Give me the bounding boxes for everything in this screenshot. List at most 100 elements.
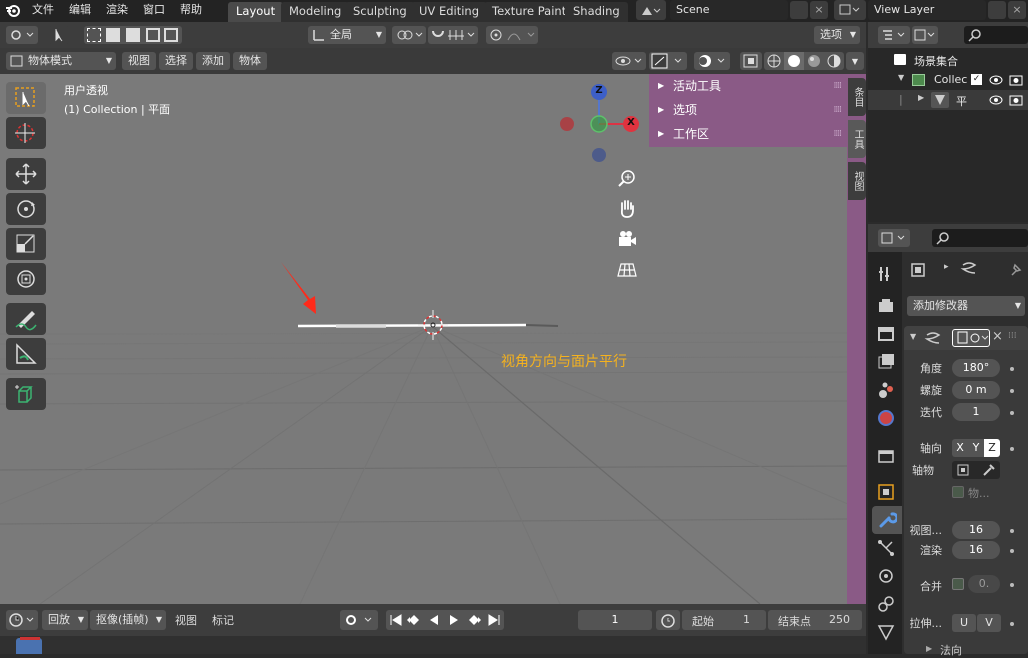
transform-tool[interactable] (6, 263, 46, 295)
remove-view-layer-icon[interactable]: × (1008, 1, 1026, 19)
timeline-editor-type-button[interactable] (6, 610, 38, 630)
angle-field[interactable]: 180° (952, 359, 1000, 377)
eyedropper-icon[interactable] (982, 463, 996, 477)
outliner-row-collection[interactable]: ▼ Collec ✓ (868, 70, 1028, 90)
jump-end-icon[interactable] (486, 612, 502, 628)
current-frame-field[interactable]: 1 (578, 610, 652, 630)
move-tool[interactable] (6, 158, 46, 190)
annotate-tool[interactable] (6, 303, 46, 335)
screw-field[interactable]: 0 m (952, 381, 1000, 399)
menu-window[interactable]: 窗口 (143, 0, 165, 20)
menu-add[interactable]: 添加 (196, 52, 230, 70)
viewport-steps-field[interactable]: 16 (952, 521, 1000, 539)
keyframe-dot-icon[interactable] (1010, 622, 1014, 626)
iterations-field[interactable]: 1 (952, 403, 1000, 421)
hand-pan-icon[interactable] (616, 198, 638, 220)
properties-search-input[interactable] (932, 229, 1028, 247)
menu-object[interactable]: 物体 (233, 52, 267, 70)
preview-range-toggle[interactable] (656, 610, 680, 630)
remove-modifier-icon[interactable]: × (992, 329, 1003, 344)
axis-x-button[interactable]: X (952, 439, 968, 457)
xray-toggle[interactable] (740, 52, 762, 70)
axis-object-field[interactable] (952, 461, 1000, 479)
rotate-tool[interactable] (6, 193, 46, 225)
panel-workspace[interactable]: ▶ 工作区 ⁞⁞⁞⁞ (651, 122, 847, 146)
render-steps-field[interactable]: 16 (952, 541, 1000, 559)
tab-item[interactable]: 条目 (848, 78, 866, 116)
scale-tool[interactable] (6, 228, 46, 260)
gizmo-toggle[interactable] (649, 52, 687, 70)
shading-options-dropdown[interactable]: ▼ (846, 52, 864, 70)
tab-tool[interactable]: 工具 (848, 120, 866, 158)
select-invert-icon[interactable] (146, 28, 160, 42)
menu-help[interactable]: 帮助 (180, 0, 202, 20)
view-layer-tab-icon[interactable] (876, 352, 896, 372)
keyframe-dot-icon[interactable] (1010, 367, 1014, 371)
frame-start-field[interactable]: 起始 1 (682, 610, 766, 630)
playhead[interactable] (16, 638, 42, 654)
stretch-v-button[interactable]: V (977, 614, 1001, 632)
menu-render[interactable]: 渲染 (106, 0, 128, 20)
triangle-down-icon[interactable]: ▼ (910, 332, 916, 341)
display-mode-dropdown[interactable] (912, 26, 938, 44)
triangle-right-icon[interactable]: ▶ (918, 93, 924, 102)
menu-view[interactable]: 视图 (122, 52, 156, 70)
blender-logo-icon[interactable] (4, 2, 22, 18)
render-icon[interactable] (876, 296, 896, 316)
object-tab-icon[interactable] (876, 482, 896, 502)
outliner-row-plane[interactable]: | ▶ 平 (868, 90, 1028, 110)
wireframe-shading-icon[interactable] (766, 53, 782, 69)
tab-modeling[interactable]: Modeling (281, 2, 350, 22)
tab-view[interactable]: 视图 (848, 162, 866, 200)
copy-view-layer-icon[interactable] (988, 1, 1006, 19)
drag-handle-icon[interactable]: ⁞⁞⁞⁞ (834, 122, 843, 146)
tab-uv-editing[interactable]: UV Editing (411, 2, 487, 22)
properties-editor-type-button[interactable] (878, 229, 910, 247)
scene-tab-icon[interactable] (876, 380, 896, 400)
panel-options[interactable]: ▶ 选项 ⁞⁞⁞⁞ (651, 98, 847, 122)
playback-dropdown[interactable]: 回放 ▼ (42, 610, 88, 630)
keyframe-dot-icon[interactable] (1010, 411, 1014, 415)
copy-scene-icon[interactable] (790, 1, 808, 19)
timeline-menu-marker[interactable]: 标记 (212, 612, 234, 628)
add-cube-tool[interactable] (6, 378, 46, 410)
axis-z-button[interactable]: Z (984, 439, 1000, 457)
editor-type-button[interactable] (6, 26, 38, 44)
panel-active-tool[interactable]: ▶ 活动工具 ⁞⁞⁞⁞ (651, 74, 847, 98)
exclude-checkbox[interactable]: ✓ (971, 74, 982, 85)
snap-group[interactable] (428, 26, 478, 44)
view-layer-name-field[interactable]: View Layer (868, 0, 986, 20)
collection-tab-icon[interactable] (876, 446, 896, 466)
proportional-edit-group[interactable] (486, 26, 538, 44)
select-intersect-icon[interactable] (164, 28, 178, 42)
add-modifier-dropdown[interactable]: 添加修改器 ▼ (907, 296, 1025, 316)
mode-dropdown[interactable]: 物体模式 ▼ (6, 52, 116, 70)
stretch-u-button[interactable]: U (952, 614, 976, 632)
keyframe-dot-icon[interactable] (1010, 389, 1014, 393)
grid-perspective-icon[interactable] (616, 258, 638, 280)
visibility-dropdown[interactable] (612, 52, 646, 70)
particles-icon[interactable] (876, 538, 896, 558)
camera-icon[interactable] (616, 228, 638, 250)
play-reverse-icon[interactable] (426, 612, 442, 628)
triangle-down-icon[interactable]: ▼ (898, 73, 904, 82)
auto-keying-toggle[interactable] (340, 610, 378, 630)
cursor-tool[interactable] (6, 117, 46, 149)
normals-subpanel-label[interactable]: 法向 (940, 642, 962, 658)
measure-tool[interactable] (6, 338, 46, 370)
triangle-right-icon[interactable]: ▶ (926, 644, 932, 653)
jump-start-icon[interactable] (388, 612, 404, 628)
outliner-row-scene-collection[interactable]: 场景集合 (868, 50, 1028, 70)
transform-orientation-dropdown[interactable]: 全局 ▼ (308, 26, 386, 44)
scene-name-field[interactable]: Scene (670, 0, 788, 20)
object-data-icon[interactable] (876, 622, 896, 642)
material-shading-icon[interactable] (806, 53, 822, 69)
output-icon[interactable] (876, 324, 896, 344)
zoom-icon[interactable] (616, 168, 638, 190)
modifier-tab[interactable] (872, 506, 902, 534)
camera-render-icon[interactable] (1008, 73, 1024, 87)
select-new-icon[interactable] (87, 28, 101, 42)
select-extend-icon[interactable] (106, 28, 120, 42)
constraints-icon[interactable] (876, 594, 896, 614)
timeline-menu-view[interactable]: 视图 (175, 612, 197, 628)
